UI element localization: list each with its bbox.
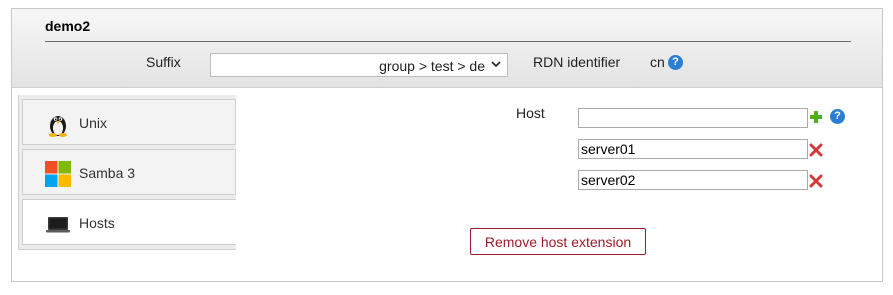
title-divider [45,41,851,42]
tab-unix-label: Unix [79,115,108,131]
suffix-label: Suffix [146,54,181,70]
new-host-input[interactable] [578,108,808,128]
delete-host-icon[interactable] [809,174,823,188]
chevron-down-icon [491,57,501,74]
rdn-identifier-label: RDN identifier [533,54,621,70]
delete-host-icon[interactable] [809,143,823,157]
rdn-identifier-value: cn [650,54,665,70]
tab-samba-label: Samba 3 [79,165,136,181]
host-entry-input[interactable] [578,170,808,190]
add-host-icon[interactable] [808,109,824,125]
host-entry-input[interactable] [578,139,808,159]
tab-unix[interactable]: Unix [22,99,236,145]
windows-logo-icon [45,161,71,187]
suffix-selected-value: group > test > de [379,58,485,74]
tab-samba[interactable]: Samba 3 [22,149,236,195]
tux-penguin-icon [45,111,71,137]
help-icon[interactable]: ? [830,109,845,124]
laptop-icon [45,211,71,237]
form-panel: demo2 Suffix group > test > de RDN ident… [11,8,883,282]
module-tabs: Unix Samba 3 Hosts [18,95,236,250]
help-icon[interactable]: ? [668,55,683,70]
page-title: demo2 [45,18,91,34]
suffix-select[interactable]: group > test > de [210,53,508,77]
tab-hosts-label: Hosts [79,215,115,231]
tab-hosts[interactable]: Hosts [22,199,236,245]
host-label: Host [516,105,545,121]
remove-host-extension-button[interactable]: Remove host extension [470,228,646,255]
header-bar: demo2 Suffix group > test > de RDN ident… [12,9,882,88]
